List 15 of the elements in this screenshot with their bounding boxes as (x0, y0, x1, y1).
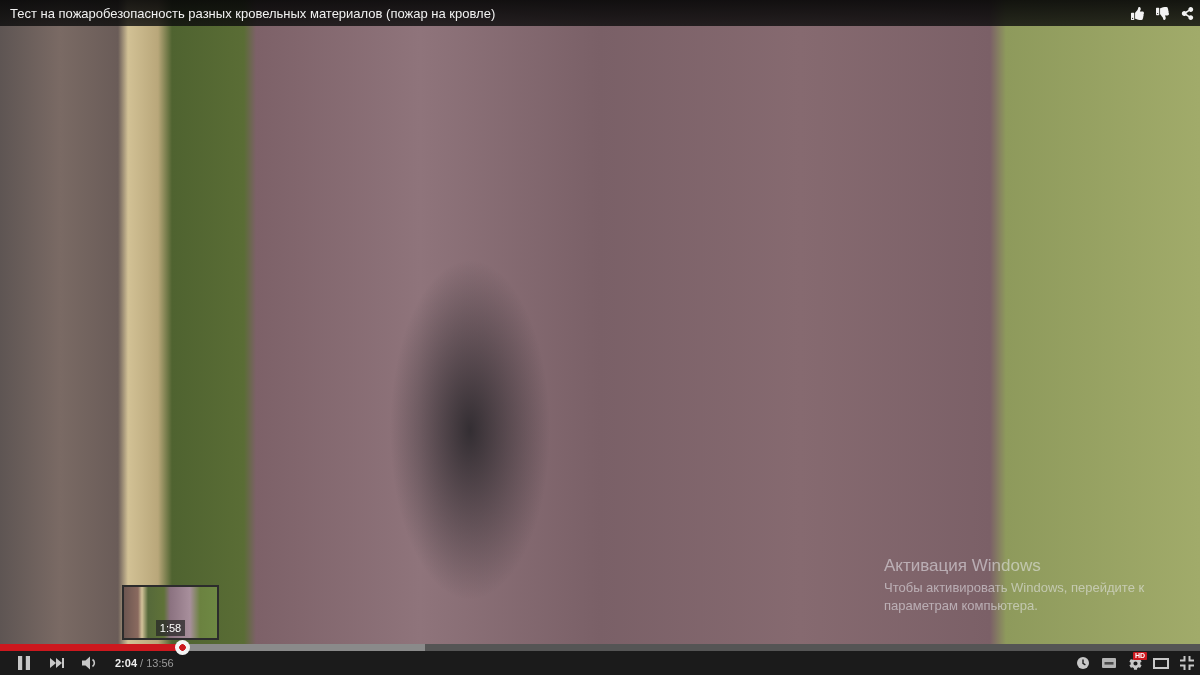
time-display: 2:04 / 13:56 (115, 657, 174, 669)
volume-icon (81, 656, 97, 670)
share-icon (1181, 6, 1194, 20)
clock-icon (1077, 657, 1089, 669)
rectangle-icon (1153, 657, 1169, 669)
next-icon (49, 658, 64, 668)
preview-time: 1:58 (155, 620, 186, 636)
watermark-heading: Активация Windows (884, 555, 1042, 577)
thumbs-up-icon (1131, 6, 1144, 20)
video-title[interactable]: Тест на пожаробезопасность разных кровельных материалов (пожар на кровле) (10, 5, 496, 21)
captions-icon (1102, 658, 1116, 668)
watermark-text: Чтобы активировать Windows, перейдите к параметрам компьютера. (884, 579, 1146, 615)
pause-icon (18, 656, 30, 670)
thumbs-down-icon (1156, 6, 1169, 20)
exit-fullscreen-icon (1180, 656, 1194, 670)
